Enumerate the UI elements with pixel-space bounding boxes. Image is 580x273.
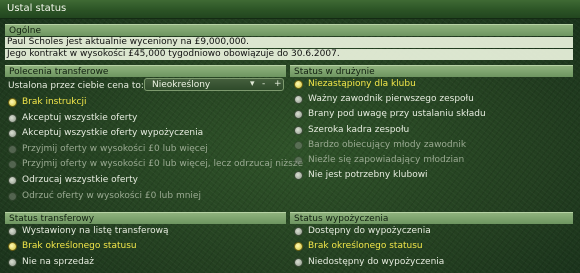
transfer-commands-header: Polecenia transferowe <box>5 65 286 77</box>
radio-button-icon[interactable] <box>294 110 303 120</box>
transfer-status-option-label: Brak określonego statusu <box>22 241 137 252</box>
valuation-line: Paul Scholes jest aktualnie wyceniony na… <box>5 37 573 48</box>
squad-status-option-label: Niezastąpiony dla klubu <box>308 79 416 89</box>
transfer-command-option-label: Brak instrukcji <box>22 97 87 107</box>
radio-button-icon[interactable] <box>8 242 17 252</box>
transfer-command-option-label: Odrzuć oferty w wysokości £0 lub mniej <box>22 190 201 201</box>
asking-price-dropdown[interactable]: Nieokreślony ▾ - + <box>144 78 284 91</box>
radio-button-icon[interactable] <box>8 257 17 267</box>
asking-price-label: Ustalona przez ciebie cena to: <box>8 81 144 91</box>
asking-price-value: Nieokreślony <box>152 80 211 90</box>
radio-button-icon[interactable] <box>8 113 17 123</box>
radio-button-icon[interactable] <box>294 227 303 236</box>
transfer-status-option-label: Wystawiony na listę transferową <box>22 226 169 236</box>
radio-button-icon[interactable] <box>294 257 303 267</box>
squad-status-option-label: Ważny zawodnik pierwszego zespołu <box>308 94 474 105</box>
radio-button-icon[interactable] <box>294 80 303 89</box>
loan-status-option-label: Brak określonego statusu <box>308 241 423 252</box>
loan-status-option-label: Niedostępny do wypożyczenia <box>308 256 445 267</box>
increase-price-button[interactable]: + <box>274 79 282 89</box>
radio-button-icon <box>294 156 303 165</box>
loan-status-header: Status wypożyczenia <box>290 212 573 224</box>
general-section-header: Ogólne <box>5 24 573 36</box>
radio-button-icon[interactable] <box>8 227 17 236</box>
radio-button-icon <box>8 160 17 170</box>
window-title: Ustal status <box>7 3 67 14</box>
radio-button-icon[interactable] <box>294 95 303 105</box>
radio-button-icon[interactable] <box>8 129 17 139</box>
radio-button-icon[interactable] <box>294 242 303 252</box>
window-title-bar: Ustal status <box>0 0 580 19</box>
transfer-command-option-label: Przyjmij oferty w wysokości £0 lub więce… <box>22 143 208 154</box>
squad-status-option-label: Bardzo obiecujący młody zawodnik <box>308 139 467 150</box>
squad-status-option-label: Nieźle się zapowiadający młodzian <box>308 155 465 165</box>
radio-button-icon <box>294 140 303 150</box>
transfer-status-option-label: Nie na sprzedaż <box>22 256 95 267</box>
transfer-command-option-label: Przyjmij oferty w wysokości £0 lub więce… <box>22 159 304 170</box>
transfer-status-header: Status transferowy <box>5 212 286 224</box>
decrease-price-button[interactable]: - <box>262 79 265 89</box>
contract-line: Jego kontrakt w wysokości £45,000 tygodn… <box>5 49 573 60</box>
squad-status-option-label: Nie jest potrzebny klubowi <box>308 170 428 181</box>
squad-status-header: Status w drużynie <box>290 65 573 77</box>
radio-button-icon <box>8 191 17 201</box>
squad-status-option-label: Szeroka kadra zespołu <box>308 124 410 135</box>
dropdown-arrow-icon[interactable]: ▾ <box>250 79 255 89</box>
transfer-command-option-label: Odrzucaj wszystkie oferty <box>22 175 138 185</box>
loan-status-option-label: Dostępny do wypożyczenia <box>308 226 431 236</box>
transfer-command-option-label: Akceptuj wszystkie oferty wypożyczenia <box>22 128 204 139</box>
radio-button-icon[interactable] <box>294 171 303 181</box>
squad-status-option-label: Brany pod uwagę przy ustalaniu składu <box>308 109 486 120</box>
radio-button-icon <box>8 144 17 154</box>
radio-button-icon[interactable] <box>8 176 17 185</box>
radio-button-icon[interactable] <box>294 125 303 135</box>
radio-button-icon[interactable] <box>8 98 17 107</box>
transfer-command-option-label: Akceptuj wszystkie oferty <box>22 112 138 123</box>
